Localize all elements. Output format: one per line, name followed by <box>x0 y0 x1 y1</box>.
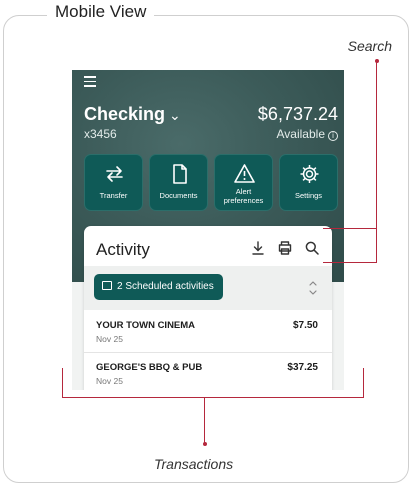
transaction-name: GEORGE'S BBQ & PUB <box>96 362 203 373</box>
available-label-row: Available i <box>277 127 338 141</box>
search-callout-line <box>323 262 377 263</box>
document-icon <box>173 164 187 184</box>
transaction-date: Nov 25 <box>96 334 123 344</box>
transaction-date: Nov 25 <box>96 376 123 386</box>
info-icon[interactable]: i <box>328 131 338 141</box>
settings-label: Settings <box>294 191 323 200</box>
transactions-callout-label: Transactions <box>154 456 234 472</box>
transactions-callout-line <box>363 368 364 397</box>
search-callout-line <box>376 61 377 262</box>
print-icon[interactable] <box>277 240 293 256</box>
scheduled-activities-bar: 2 Scheduled activities <box>84 266 332 310</box>
account-balance: $6,737.24 <box>257 104 338 124</box>
transfer-arrows-icon <box>106 166 123 182</box>
available-label: Available <box>276 127 325 141</box>
calendar-icon <box>102 281 112 290</box>
documents-label: Documents <box>159 191 198 200</box>
gear-icon <box>300 165 319 183</box>
transaction-amount: $37.25 <box>287 362 318 373</box>
alert-preferences-label: Alert preferences <box>223 187 264 205</box>
transactions-callout-line <box>62 368 63 397</box>
transfer-label: Transfer <box>99 191 128 200</box>
expand-collapse-icon[interactable] <box>308 278 318 298</box>
documents-button[interactable]: Documents <box>149 154 208 211</box>
account-number: x3456 <box>84 127 117 141</box>
scheduled-activities-button[interactable]: 2 Scheduled activities <box>94 274 223 300</box>
row-divider <box>84 352 332 353</box>
transaction-amount: $7.50 <box>292 320 318 331</box>
transaction-row[interactable]: YOUR TOWN CINEMA Nov 25 $7.50 <box>84 312 332 352</box>
activity-title: Activity <box>96 240 150 259</box>
account-selector[interactable]: Checking ⌄ <box>84 104 181 125</box>
transactions-callout-line <box>204 397 205 444</box>
transfer-button[interactable]: Transfer <box>84 154 143 211</box>
alert-preferences-button[interactable]: Alert preferences <box>214 154 273 211</box>
transaction-name: YOUR TOWN CINEMA <box>96 320 196 331</box>
settings-button[interactable]: Settings <box>279 154 338 211</box>
chevron-down-icon: ⌄ <box>169 107 181 123</box>
transactions-callout-dot <box>202 442 207 446</box>
frame-label: Mobile View <box>47 2 155 22</box>
hamburger-menu-icon[interactable] <box>84 76 96 90</box>
quick-actions: Transfer Documents Alert preferences Set… <box>84 154 344 212</box>
transactions-callout-line <box>62 397 364 398</box>
search-callout-line <box>323 228 376 229</box>
account-name: Checking <box>84 104 166 124</box>
search-icon[interactable] <box>304 240 320 256</box>
phone-screen: Checking ⌄ x3456 $6,737.24 Available i Tra… <box>72 70 344 390</box>
transaction-row[interactable]: GEORGE'S BBQ & PUB Nov 25 $37.25 <box>84 354 332 390</box>
download-icon[interactable] <box>250 240 266 256</box>
search-callout-dot <box>374 59 379 63</box>
search-callout-label: Search <box>347 38 392 54</box>
activity-card: Activity 2 Scheduled activities YOUR TOW… <box>84 226 332 390</box>
scheduled-activities-label: 2 Scheduled activities <box>117 281 214 292</box>
warning-triangle-icon <box>234 164 255 183</box>
